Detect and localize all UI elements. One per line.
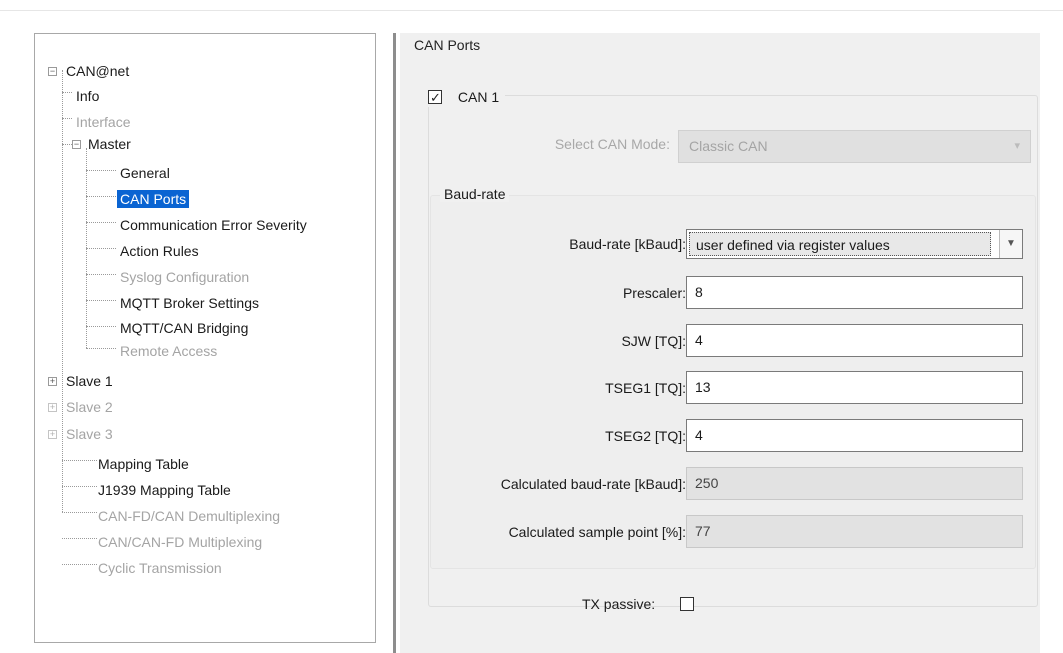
tree-item-label: CAN-FD/CAN Demultiplexing bbox=[98, 508, 281, 524]
tree-item-label: Syslog Configuration bbox=[120, 269, 250, 285]
tree-item-label: Remote Access bbox=[120, 343, 218, 359]
tree-item-mqtt-broker-settings[interactable]: MQTT Broker Settings bbox=[117, 292, 262, 314]
tree-line bbox=[62, 486, 97, 487]
tree-line bbox=[62, 144, 72, 145]
tree-item-label: J1939 Mapping Table bbox=[98, 482, 231, 498]
sjw-input[interactable]: 4 bbox=[686, 324, 1023, 357]
tree-item-root[interactable]: CAN@net bbox=[63, 60, 132, 82]
tree-line bbox=[86, 300, 116, 301]
calculated-sample-point-field: 77 bbox=[686, 515, 1023, 548]
tree-line bbox=[86, 348, 116, 349]
tree-item-label: Slave 2 bbox=[66, 399, 113, 415]
tree-item-label: General bbox=[120, 165, 170, 181]
tree-line bbox=[62, 512, 97, 513]
tree-item-label: Communication Error Severity bbox=[120, 217, 307, 233]
tree-item-general[interactable]: General bbox=[117, 162, 173, 184]
tree-item-action-rules[interactable]: Action Rules bbox=[117, 240, 202, 262]
baud-rate-value: user defined via register values bbox=[689, 232, 991, 256]
tree-item-syslog-configuration[interactable]: Syslog Configuration bbox=[117, 266, 252, 288]
collapse-icon[interactable]: − bbox=[48, 67, 57, 76]
tree-item-label: CAN Ports bbox=[117, 190, 190, 208]
tx-passive-label: TX passive: bbox=[582, 596, 656, 612]
can1-header: ✓ CAN 1 bbox=[426, 85, 506, 107]
expand-icon[interactable]: + bbox=[48, 377, 57, 386]
tree-item-mqtt-can-bridging[interactable]: MQTT/CAN Bridging bbox=[117, 317, 251, 339]
tree-item-slave-1[interactable]: Slave 1 bbox=[63, 370, 116, 392]
tree-item-can-canfd-multiplexing[interactable]: CAN/CAN-FD Multiplexing bbox=[95, 531, 265, 553]
sjw-label: SJW [TQ]: bbox=[621, 333, 686, 349]
can1-label: CAN 1 bbox=[457, 89, 500, 106]
tree-item-label: Slave 3 bbox=[66, 426, 113, 442]
panel-splitter[interactable] bbox=[393, 33, 396, 653]
tree-line bbox=[62, 118, 72, 119]
tree-item-label: Interface bbox=[76, 114, 131, 130]
calculated-sample-point-label: Calculated sample point [%]: bbox=[508, 524, 686, 540]
tree-item-master[interactable]: Master bbox=[85, 133, 134, 155]
tree-line bbox=[86, 170, 116, 171]
chevron-down-icon: ▾ bbox=[1014, 140, 1020, 152]
baud-rate-group-title: Baud-rate bbox=[440, 186, 510, 202]
top-divider bbox=[0, 10, 1063, 11]
can-ports-panel: CAN Ports ✓ CAN 1 Select CAN Mode: Class… bbox=[400, 33, 1040, 653]
tree-line bbox=[62, 564, 97, 565]
tree-item-label: Mapping Table bbox=[98, 456, 189, 472]
tree-item-slave-3[interactable]: Slave 3 bbox=[63, 423, 116, 445]
tree-item-label: Cyclic Transmission bbox=[98, 560, 222, 576]
tree-line bbox=[86, 274, 116, 275]
can-mode-value: Classic CAN bbox=[689, 138, 768, 154]
calculated-baud-rate-field: 250 bbox=[686, 467, 1023, 500]
tree-item-label: Info bbox=[76, 88, 100, 104]
expand-icon[interactable]: + bbox=[48, 403, 57, 412]
tseg2-input[interactable]: 4 bbox=[686, 419, 1023, 452]
can-mode-select: Classic CAN ▾ bbox=[678, 130, 1031, 163]
tree-line bbox=[86, 326, 116, 327]
tree-line bbox=[62, 92, 72, 93]
tree-item-slave-2[interactable]: Slave 2 bbox=[63, 396, 116, 418]
checkmark-icon: ✓ bbox=[430, 90, 441, 106]
tree-item-info[interactable]: Info bbox=[73, 85, 102, 107]
tree-line bbox=[86, 196, 116, 197]
tree-item-label: Master bbox=[88, 136, 131, 152]
tx-passive-checkbox[interactable] bbox=[680, 597, 694, 611]
tree-item-label: MQTT/CAN Bridging bbox=[120, 320, 249, 336]
page-title: CAN Ports bbox=[414, 37, 481, 53]
tree-line bbox=[86, 248, 116, 249]
tree-item-label: CAN/CAN-FD Multiplexing bbox=[98, 534, 263, 550]
tseg1-input[interactable]: 13 bbox=[686, 371, 1023, 404]
tree-item-j1939-mapping-table[interactable]: J1939 Mapping Table bbox=[95, 479, 234, 501]
tree-line bbox=[62, 538, 97, 539]
can1-checkbox[interactable]: ✓ bbox=[428, 90, 442, 105]
expand-icon[interactable]: + bbox=[48, 430, 57, 439]
tree-line bbox=[62, 70, 63, 512]
tree-item-remote-access[interactable]: Remote Access bbox=[117, 340, 220, 362]
tree-item-canfd-can-demultiplexing[interactable]: CAN-FD/CAN Demultiplexing bbox=[95, 505, 283, 527]
tree-line bbox=[86, 222, 116, 223]
tseg1-label: TSEG1 [TQ]: bbox=[605, 380, 686, 396]
tseg2-label: TSEG2 [TQ]: bbox=[605, 428, 686, 444]
tree-item-label: Slave 1 bbox=[66, 373, 113, 389]
prescaler-input[interactable]: 8 bbox=[686, 276, 1023, 309]
tree-item-cyclic-transmission[interactable]: Cyclic Transmission bbox=[95, 557, 225, 579]
prescaler-label: Prescaler: bbox=[622, 285, 686, 301]
calculated-baud-rate-label: Calculated baud-rate [kBaud]: bbox=[500, 476, 686, 492]
baud-rate-select[interactable]: user defined via register values ▼ bbox=[686, 229, 1023, 259]
tree-item-mapping-table[interactable]: Mapping Table bbox=[95, 453, 192, 475]
tree-item-can-ports[interactable]: CAN Ports bbox=[117, 188, 190, 210]
tree-item-label: MQTT Broker Settings bbox=[120, 295, 260, 311]
navigation-tree[interactable]: − − + + + CAN@net Info Interface Master … bbox=[34, 33, 376, 643]
collapse-icon[interactable]: − bbox=[72, 140, 81, 149]
tree-item-communication-error-severity[interactable]: Communication Error Severity bbox=[117, 214, 310, 236]
can-mode-label: Select CAN Mode: bbox=[554, 136, 670, 152]
tree-item-label: CAN@net bbox=[66, 63, 130, 79]
tree-item-interface[interactable]: Interface bbox=[73, 111, 133, 133]
tree-item-label: Action Rules bbox=[120, 243, 199, 259]
baud-rate-label: Baud-rate [kBaud]: bbox=[569, 236, 686, 252]
tree-line bbox=[62, 460, 97, 461]
chevron-down-icon[interactable]: ▼ bbox=[999, 230, 1022, 258]
